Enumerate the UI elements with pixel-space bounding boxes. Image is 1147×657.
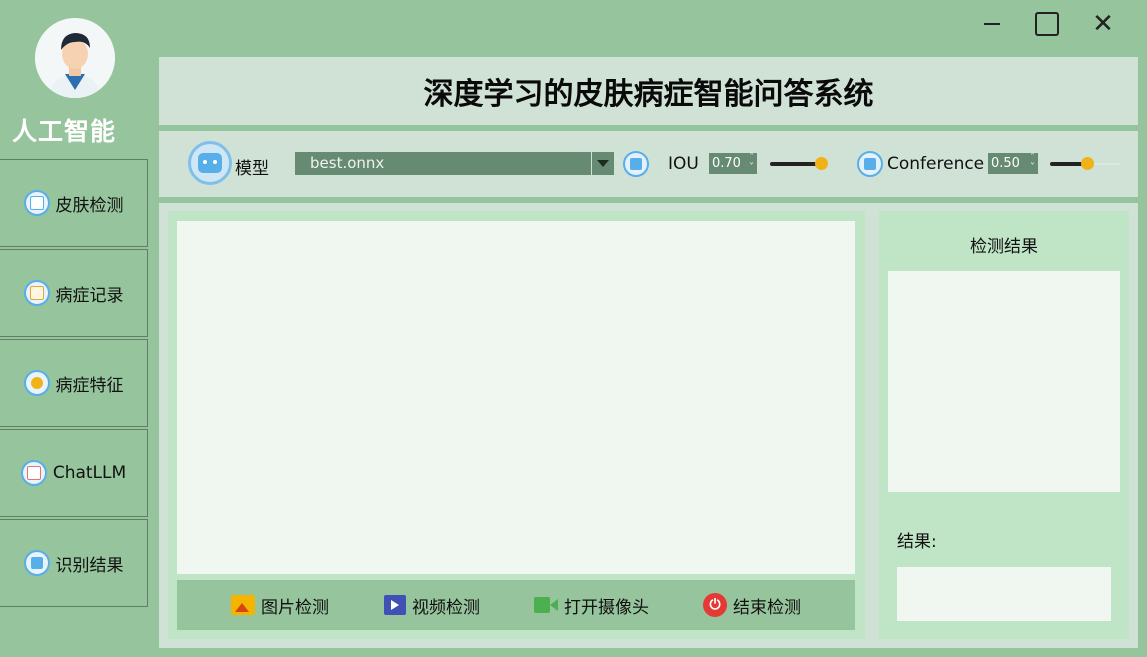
close-icon: ✕ bbox=[1092, 9, 1114, 39]
close-button[interactable]: ✕ bbox=[1085, 8, 1121, 40]
model-label: 模型 bbox=[235, 159, 269, 179]
sidebar-item-label: ChatLLM bbox=[52, 463, 127, 483]
minimize-icon bbox=[984, 23, 1000, 25]
image-icon bbox=[231, 595, 255, 615]
iou-value: 0.70 bbox=[712, 156, 741, 171]
open-camera-label: 打开摄像头 bbox=[564, 597, 649, 618]
sidebar-item-chatllm[interactable]: ChatLLM bbox=[0, 429, 148, 517]
sidebar-item-label: 皮肤检测 bbox=[55, 195, 124, 216]
sidebar-item-skin-detect[interactable]: 皮肤检测 bbox=[0, 159, 148, 247]
conf-spinbox[interactable]: 0.50 ˄ ˅ bbox=[988, 153, 1038, 174]
video-detect-label: 视频检测 bbox=[412, 597, 480, 618]
conf-value: 0.50 bbox=[991, 156, 1020, 171]
video-detect-button[interactable]: 视频检测 bbox=[384, 592, 480, 618]
open-camera-button[interactable]: 打开摄像头 bbox=[534, 592, 649, 618]
chat-icon bbox=[20, 460, 47, 486]
image-detect-button[interactable]: 图片检测 bbox=[231, 592, 329, 618]
maximize-icon bbox=[1035, 12, 1059, 36]
power-icon: ⏻ bbox=[703, 593, 727, 617]
iou-slider-handle[interactable] bbox=[815, 157, 828, 170]
sidebar-item-results[interactable]: 识别结果 bbox=[0, 519, 148, 607]
sidebar-item-label: 病症特征 bbox=[55, 375, 124, 396]
spin-arrows-icon[interactable]: ˄ ˅ bbox=[749, 153, 754, 173]
title-bar: 深度学习的皮肤病症智能问答系统 bbox=[159, 57, 1138, 125]
results-title: 检测结果 bbox=[970, 237, 1038, 257]
spin-arrows-icon[interactable]: ˄ ˅ bbox=[1030, 153, 1035, 173]
video-icon bbox=[384, 595, 406, 615]
conf-slider-handle[interactable] bbox=[1081, 157, 1094, 170]
minimize-button[interactable] bbox=[974, 8, 1010, 40]
conf-label: Conference bbox=[887, 154, 985, 174]
chevron-down-icon[interactable] bbox=[591, 152, 614, 175]
model-select-value: best.onnx bbox=[310, 154, 385, 172]
iou-spinbox[interactable]: 0.70 ˄ ˅ bbox=[709, 153, 757, 174]
sidebar-item-label: 识别结果 bbox=[55, 555, 124, 576]
iou-icon bbox=[623, 151, 649, 177]
robot-icon bbox=[188, 141, 232, 185]
avatar bbox=[35, 18, 115, 98]
result-label: 结果: bbox=[897, 532, 937, 552]
maximize-button[interactable] bbox=[1029, 8, 1065, 40]
action-bar: 图片检测 视频检测 打开摄像头 ⏻ 结束检测 bbox=[177, 580, 855, 630]
page-title: 深度学习的皮肤病症智能问答系统 bbox=[423, 77, 874, 112]
sidebar-item-records[interactable]: 病症记录 bbox=[0, 249, 148, 337]
iou-label: IOU bbox=[668, 154, 699, 174]
sidebar-item-label: 病症记录 bbox=[55, 285, 124, 306]
camera-icon bbox=[534, 597, 558, 613]
image-detect-label: 图片检测 bbox=[261, 597, 329, 618]
result-value-box bbox=[897, 567, 1111, 621]
stop-detect-label: 结束检测 bbox=[733, 597, 801, 618]
stop-detect-button[interactable]: ⏻ 结束检测 bbox=[703, 592, 801, 618]
model-select[interactable]: best.onnx bbox=[295, 152, 614, 175]
result-image-area bbox=[888, 271, 1120, 492]
features-icon bbox=[23, 370, 50, 396]
brand-title: 人工智能 bbox=[11, 117, 116, 146]
toolbar: 模型 best.onnx IOU 0.70 ˄ ˅ Conference 0.50… bbox=[159, 131, 1138, 197]
confidence-icon bbox=[857, 151, 883, 177]
records-icon bbox=[23, 280, 50, 306]
folder-icon bbox=[23, 550, 50, 576]
skin-detect-icon bbox=[23, 190, 50, 216]
sidebar-item-features[interactable]: 病症特征 bbox=[0, 339, 148, 427]
image-display-area bbox=[177, 221, 855, 574]
